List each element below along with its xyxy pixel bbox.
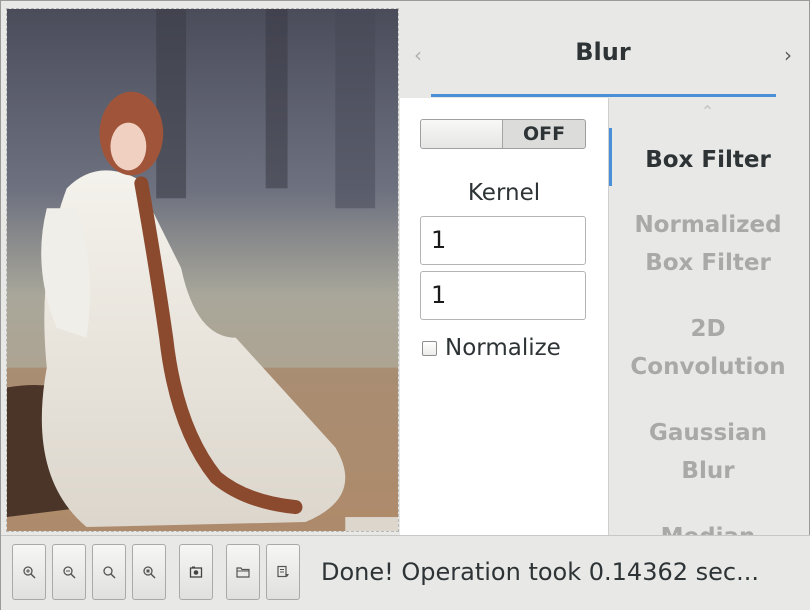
zoom-fit-icon	[103, 566, 116, 579]
kernel-label: Kernel	[467, 180, 541, 206]
image-preview	[6, 8, 399, 532]
scroll-up-icon[interactable]: ⌃	[609, 102, 806, 121]
filter-category-header: ‹ Blur ›	[400, 8, 806, 97]
zoom-original-button[interactable]	[132, 544, 166, 600]
zoom-in-icon	[23, 566, 36, 579]
filter-item-label: Convolution	[630, 354, 786, 380]
filter-item-label: Box Filter	[645, 250, 771, 276]
app-window: ‹ Blur › OFF Kernel − + − + Normalize ⌃	[0, 0, 810, 610]
zoom-in-button[interactable]	[12, 544, 46, 600]
normalize-option[interactable]: Normalize	[422, 334, 561, 362]
zoom-out-icon	[63, 566, 76, 579]
normalize-label: Normalize	[445, 335, 561, 361]
filter-item-2d-convolution[interactable]: 2D Convolution	[609, 310, 806, 386]
capture-button[interactable]	[179, 544, 213, 600]
filter-item-label: Box Filter	[645, 147, 771, 173]
zoom-original-icon	[143, 566, 156, 579]
folder-open-icon	[236, 567, 250, 578]
kernel-height-spinner: − +	[420, 271, 763, 320]
filter-item-label: Gaussian	[649, 420, 767, 446]
kernel-width-spinner: − +	[420, 216, 763, 265]
filter-item-label: 2D	[690, 316, 726, 342]
save-file-button[interactable]	[266, 544, 300, 600]
normalize-checkbox[interactable]	[422, 340, 437, 356]
filter-item-label: Normalized	[634, 212, 782, 238]
zoom-fit-button[interactable]	[92, 544, 126, 600]
filter-item-box-filter[interactable]: Box Filter	[609, 141, 806, 179]
status-message: Done! Operation took 0.14362 sec...	[321, 558, 759, 586]
filter-controls-panel: OFF Kernel − + − + Normalize	[400, 98, 763, 535]
toggle-state-label: OFF	[522, 123, 566, 145]
enable-toggle-switch[interactable]: OFF	[420, 119, 586, 149]
filter-item-gaussian-blur[interactable]: Gaussian Blur	[609, 414, 806, 490]
open-file-button[interactable]	[226, 544, 260, 600]
filter-item-label: Blur	[681, 458, 735, 484]
zoom-out-button[interactable]	[52, 544, 86, 600]
title-underline	[431, 94, 776, 97]
filter-list: ⌃ Box Filter Normalized Box Filter 2D Co…	[608, 98, 806, 535]
category-title: Blur	[575, 38, 631, 66]
camera-icon	[189, 566, 203, 578]
chevron-right-icon[interactable]: ›	[778, 42, 798, 68]
filter-item-median[interactable]: Median	[609, 518, 806, 535]
photo-image	[7, 9, 398, 531]
filter-item-normalized-box-filter[interactable]: Normalized Box Filter	[609, 206, 806, 282]
toggle-knob[interactable]	[421, 120, 503, 148]
save-icon	[277, 565, 289, 578]
bottom-toolbar: Done! Operation took 0.14362 sec...	[1, 535, 810, 610]
filter-item-label: Median	[609, 518, 806, 535]
